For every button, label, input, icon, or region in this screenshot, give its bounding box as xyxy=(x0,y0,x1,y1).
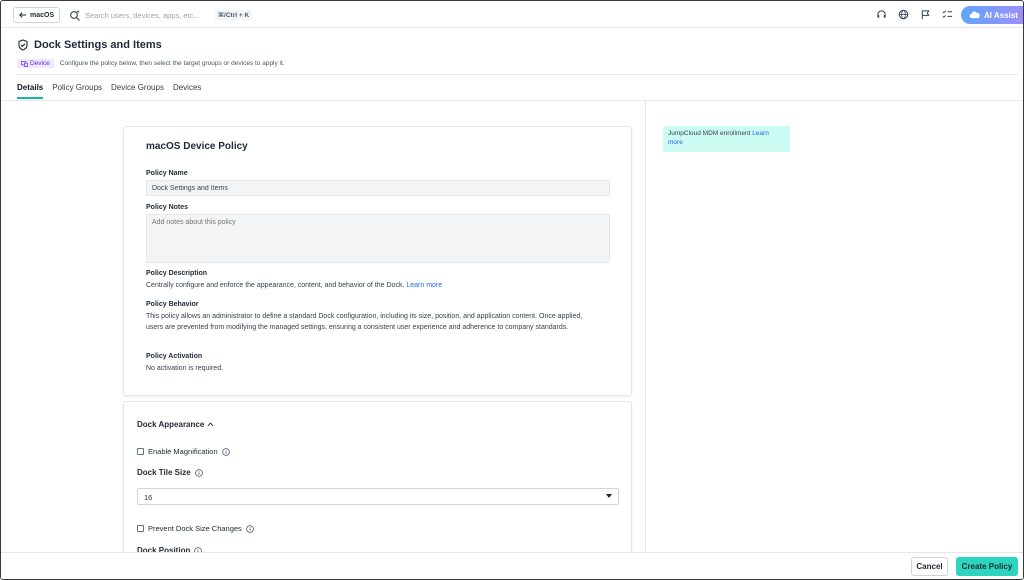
search-shortcut: ⌘/Ctrl + K xyxy=(215,10,253,20)
card-title: macOS Device Policy xyxy=(146,141,248,152)
policy-notes-label: Policy Notes xyxy=(146,204,189,211)
dock-tile-size-label: Dock Tile Size xyxy=(137,468,191,477)
section-title: Dock Appearance xyxy=(137,420,205,429)
enable-magnification-row: Enable Magnification xyxy=(137,447,230,456)
mdm-notice: JumpCloud MDM enrollment Learn more xyxy=(663,126,790,152)
enable-magnification-label: Enable Magnification xyxy=(148,447,218,456)
page-title: Dock Settings and Items xyxy=(34,39,162,51)
tab-details[interactable]: Details xyxy=(17,83,44,99)
policy-description-label: Policy Description xyxy=(146,270,208,277)
info-icon[interactable] xyxy=(221,447,230,456)
app-window: macOS ⌘/Ctrl + K AI Assist Dock Settings… xyxy=(0,0,1024,580)
tab-devices[interactable]: Devices xyxy=(173,83,201,99)
back-button-label: macOS xyxy=(30,11,55,19)
tab-policy-groups[interactable]: Policy Groups xyxy=(52,83,102,99)
top-bar: macOS ⌘/Ctrl + K AI Assist xyxy=(1,1,1023,28)
prevent-size-row: Prevent Dock Size Changes xyxy=(137,524,254,533)
title-row: Dock Settings and Items xyxy=(17,39,162,51)
device-badge-label: Device xyxy=(30,60,50,67)
page-header: Dock Settings and Items Device Configure… xyxy=(1,28,1023,101)
tab-bar: Details Policy Groups Device Groups Devi… xyxy=(17,83,201,99)
subtitle-row: Device Configure the policy below, then … xyxy=(17,59,285,68)
info-icon[interactable] xyxy=(194,468,203,477)
checklist-icon[interactable] xyxy=(942,9,953,20)
shield-check-icon xyxy=(18,39,28,51)
policy-behavior-text: This policy allows an administrator to d… xyxy=(146,313,583,331)
enable-magnification-checkbox[interactable] xyxy=(137,448,144,455)
info-icon[interactable] xyxy=(246,524,254,533)
flag-icon[interactable] xyxy=(920,9,931,20)
prevent-size-label: Prevent Dock Size Changes xyxy=(148,524,242,533)
global-search[interactable]: ⌘/Ctrl + K xyxy=(69,7,259,23)
back-button[interactable]: macOS xyxy=(13,7,61,23)
chevron-up-icon xyxy=(207,422,214,427)
ai-assist-button[interactable]: AI Assist xyxy=(961,6,1023,24)
header-divider xyxy=(17,74,1018,75)
policy-name-input[interactable] xyxy=(146,180,610,196)
headset-icon[interactable] xyxy=(876,9,887,20)
create-policy-button[interactable]: Create Policy xyxy=(956,557,1018,576)
policy-activation-text: No activation is required. xyxy=(146,365,224,372)
footer-bar: Cancel Create Policy xyxy=(1,552,1023,579)
main-content[interactable]: macOS Device Policy Policy Name Policy N… xyxy=(1,101,1023,554)
top-actions xyxy=(876,9,953,20)
arrow-left-icon xyxy=(19,12,27,18)
dock-tile-size-value: 16 xyxy=(144,493,153,502)
mdm-notice-text: JumpCloud MDM enrollment xyxy=(668,130,751,137)
policy-behavior-label: Policy Behavior xyxy=(146,301,199,308)
policy-name-label: Policy Name xyxy=(146,170,188,177)
prevent-size-checkbox[interactable] xyxy=(137,525,144,532)
device-icon xyxy=(21,60,28,67)
policy-description: Centrally configure and enforce the appe… xyxy=(146,281,442,292)
policy-notes-textarea[interactable] xyxy=(146,214,610,263)
tab-device-groups[interactable]: Device Groups xyxy=(111,83,164,99)
search-input[interactable] xyxy=(85,10,215,20)
search-sparkle-icon xyxy=(70,10,80,21)
caret-down-icon xyxy=(606,494,612,498)
device-badge: Device xyxy=(17,59,54,68)
dock-tile-size-label-row: Dock Tile Size xyxy=(137,468,203,477)
policy-description-text: Centrally configure and enforce the appe… xyxy=(146,282,405,289)
dock-tile-size-select[interactable]: 16 xyxy=(137,488,619,505)
cancel-button[interactable]: Cancel xyxy=(911,557,948,576)
dock-appearance-toggle[interactable]: Dock Appearance xyxy=(137,420,214,429)
policy-activation-label: Policy Activation xyxy=(146,353,203,360)
dock-appearance-card: Dock Appearance Enable Magnification Doc… xyxy=(123,401,632,554)
page-subtitle: Configure the policy below, then select … xyxy=(59,60,285,67)
cloud-sparkle-icon xyxy=(969,11,980,19)
policy-details-card: macOS Device Policy Policy Name Policy N… xyxy=(123,126,632,396)
learn-more-link[interactable]: Learn more xyxy=(406,282,442,289)
ai-assist-label: AI Assist xyxy=(984,10,1018,20)
globe-icon[interactable] xyxy=(898,9,909,20)
content-divider xyxy=(645,101,646,554)
